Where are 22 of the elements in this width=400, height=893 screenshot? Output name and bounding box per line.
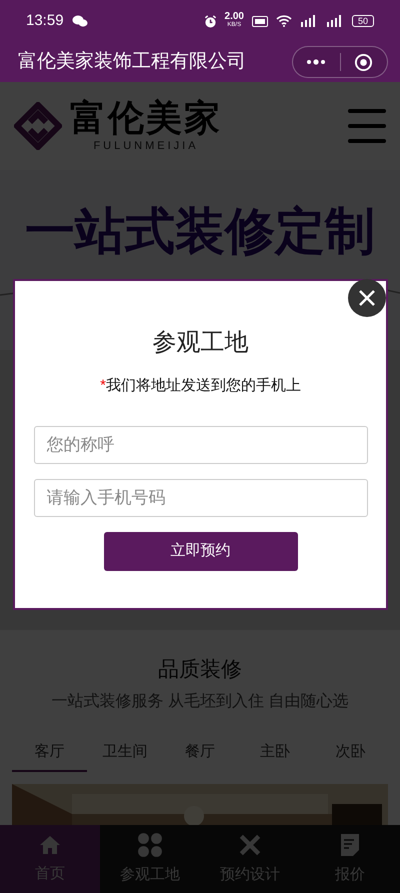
alarm-icon xyxy=(204,14,217,28)
chat-app-icon xyxy=(72,14,88,28)
logo-subtitle: FULUNMEIJIA xyxy=(92,138,200,154)
more-icon xyxy=(306,59,326,65)
status-time: 13:59 xyxy=(26,10,64,31)
modal-note: *我们将地址发送到您的手机上 xyxy=(100,376,301,396)
submit-button[interactable]: 立即预约 xyxy=(104,532,298,570)
page-title: 富伦美家装饰工程有限公司 xyxy=(18,50,247,74)
name-input-field[interactable]: 您的称呼 xyxy=(34,426,368,464)
banner-headline: 一站式装修定制 xyxy=(24,202,376,261)
signal-icon xyxy=(300,15,318,27)
modal-title: 参观工地 xyxy=(152,328,248,358)
network-speed: 2.00 xyxy=(224,13,244,21)
logo-name: 富伦美家 xyxy=(70,98,222,138)
battery-level: 50 xyxy=(352,15,374,27)
signal-icon xyxy=(326,15,344,27)
close-icon xyxy=(357,288,377,308)
target-icon xyxy=(354,52,374,72)
phone-input-field[interactable]: 请输入手机号码 xyxy=(34,478,368,516)
section-title: 品质装修 xyxy=(158,657,242,683)
hd-icon xyxy=(252,16,268,26)
wifi-icon xyxy=(276,15,292,27)
